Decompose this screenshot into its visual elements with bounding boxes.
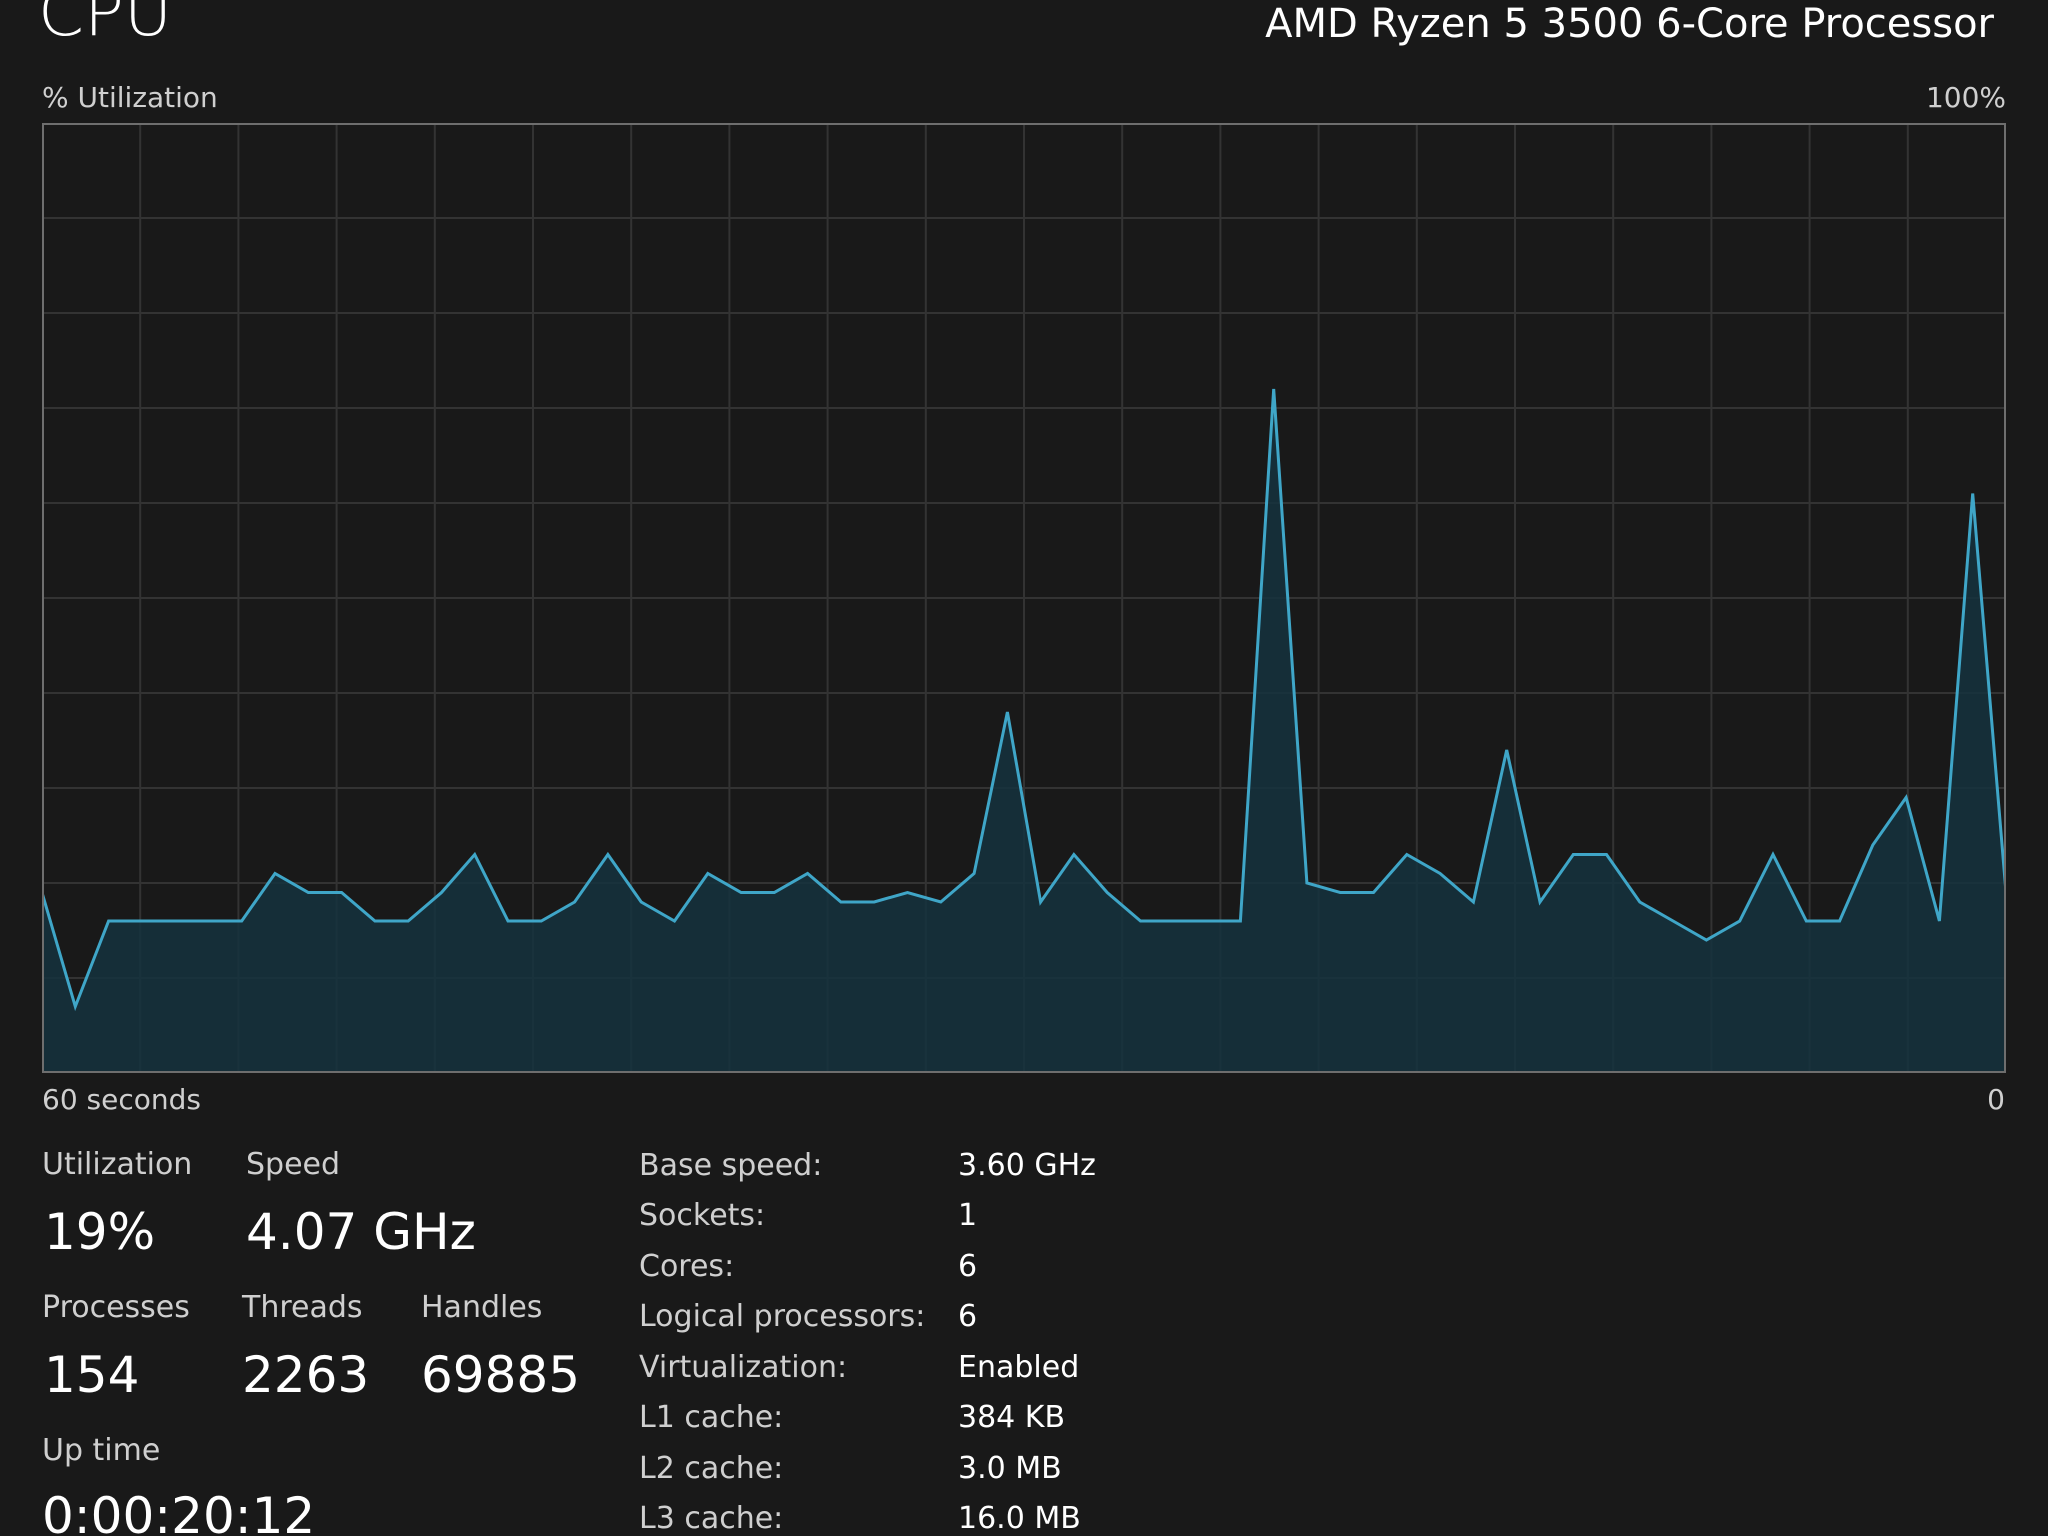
y-axis-max-label: 100% — [1925, 81, 2006, 114]
logical-processors-value: 6 — [958, 1299, 978, 1334]
handles-value: 69885 — [421, 1346, 581, 1404]
handles-label: Handles — [421, 1290, 543, 1325]
cores-label: Cores: — [639, 1249, 735, 1284]
sockets-label: Sockets: — [639, 1198, 766, 1233]
processes-value: 154 — [44, 1346, 140, 1404]
processor-name: AMD Ryzen 5 3500 6-Core Processor — [1265, 1, 1994, 47]
l1-cache-label: L1 cache: — [639, 1400, 784, 1435]
uptime-value: 0:00:20:12 — [42, 1487, 316, 1536]
utilization-value: 19% — [44, 1203, 156, 1261]
threads-value: 2263 — [242, 1346, 370, 1404]
utilization-label: Utilization — [42, 1147, 193, 1182]
logical-processors-label: Logical processors: — [639, 1299, 926, 1334]
processes-label: Processes — [42, 1290, 190, 1325]
l2-cache-value: 3.0 MB — [958, 1451, 1062, 1486]
l3-cache-value: 16.0 MB — [958, 1501, 1081, 1536]
speed-label: Speed — [246, 1147, 341, 1182]
speed-value: 4.07 GHz — [246, 1203, 476, 1261]
cpu-performance-panel: CPU AMD Ryzen 5 3500 6-Core Processor % … — [0, 0, 2048, 1536]
y-axis-label: % Utilization — [42, 81, 218, 114]
uptime-label: Up time — [42, 1433, 161, 1468]
x-axis-label: 60 seconds — [42, 1083, 201, 1116]
x-axis-end-label: 0 — [1987, 1083, 2005, 1116]
l2-cache-label: L2 cache: — [639, 1451, 784, 1486]
cores-value: 6 — [958, 1249, 978, 1284]
base-speed-label: Base speed: — [639, 1148, 823, 1183]
page-title: CPU — [38, 0, 173, 51]
base-speed-value: 3.60 GHz — [958, 1148, 1096, 1183]
virtualization-value: Enabled — [958, 1350, 1080, 1385]
l3-cache-label: L3 cache: — [639, 1501, 784, 1536]
threads-label: Threads — [242, 1290, 363, 1325]
virtualization-label: Virtualization: — [639, 1350, 848, 1385]
sockets-value: 1 — [958, 1198, 978, 1233]
l1-cache-value: 384 KB — [958, 1400, 1066, 1435]
cpu-utilization-graph[interactable] — [42, 123, 2006, 1073]
